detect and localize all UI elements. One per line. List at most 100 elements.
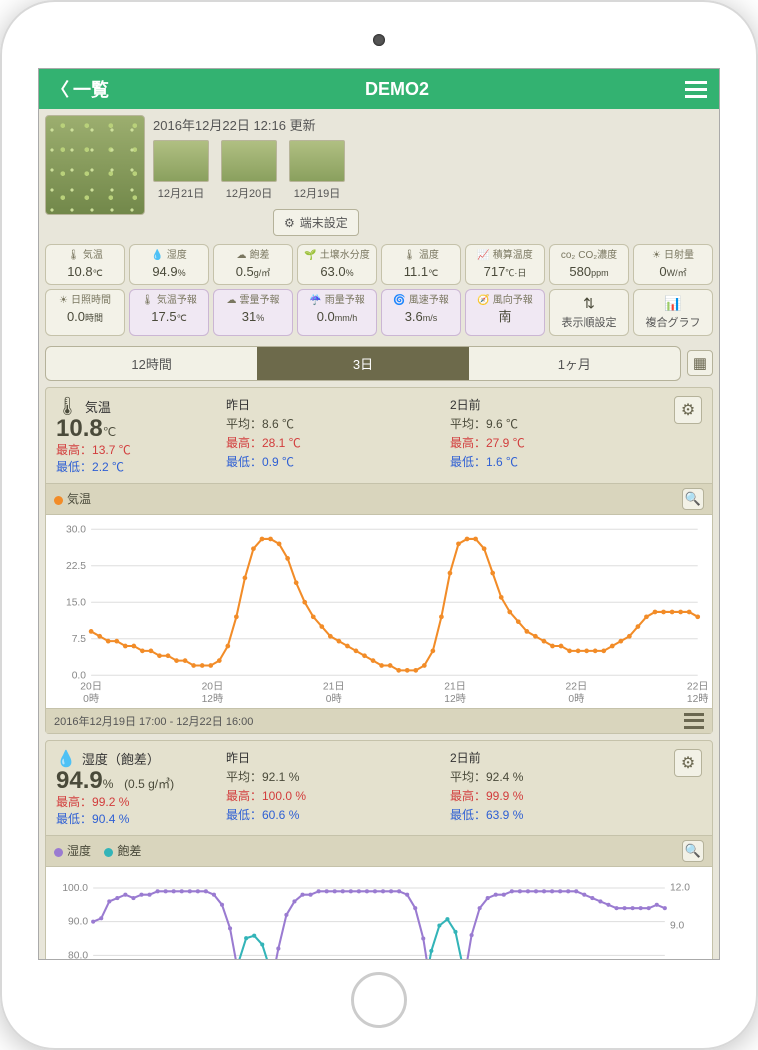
hum-extra: (0.5 g/㎥) [124,777,174,791]
tool-card[interactable]: 📊複合グラフ [633,289,713,336]
svg-text:22.5: 22.5 [66,561,86,572]
list-icon[interactable] [684,713,704,729]
metric-label: 🌡温度 [384,249,458,263]
metric-card[interactable]: 🧭風向予報南 [465,289,545,336]
svg-text:6.0: 6.0 [670,958,685,960]
hum-legend1: 湿度 [67,844,91,858]
svg-text:0時: 0時 [83,693,99,705]
calendar-icon[interactable]: ▦ [687,350,713,376]
update-time: 2016年12月22日 12:16 更新 [153,115,713,134]
camera-dot [373,34,385,46]
metric-card[interactable]: 📈積算温度717℃·日 [465,244,545,285]
tool-label: 表示順設定 [552,316,626,331]
metric-label: ☁雲量予報 [216,294,290,308]
metric-value: 31% [216,308,290,326]
metric-label: 🌡気温予報 [132,294,206,308]
range-tab[interactable]: 12時間 [46,347,257,380]
panel-settings-button[interactable]: ⚙ [674,749,702,777]
metric-value: 11.1℃ [384,263,458,281]
svg-text:20日: 20日 [80,681,102,692]
metric-card[interactable]: 🌡気温10.8℃ [45,244,125,285]
metric-value: 94.9% [132,263,206,281]
metric-card[interactable]: ☁飽差0.5g/㎥ [213,244,293,285]
temp-legend: 気温 [67,492,91,506]
metric-value: 17.5℃ [132,308,206,326]
metric-card[interactable]: 🌡気温予報17.5℃ [129,289,209,336]
temperature-chart: 0.07.515.022.530.020日0時20日12時21日0時21日12時… [50,521,708,706]
svg-text:7.5: 7.5 [72,634,87,645]
terminal-settings-button[interactable]: ⚙ 端末設定 [273,209,359,236]
metric-card[interactable]: co₂CO₂濃度580ppm [549,244,629,285]
metric-card[interactable]: ☀日射量0W/㎡ [633,244,713,285]
day-tile[interactable]: 12月21日 [153,140,209,201]
hum-col2-title: 2日前 [450,749,664,768]
temp-col2-lo: 最低：1.6 ℃ [450,455,518,469]
menu-icon[interactable] [685,81,707,98]
svg-text:0時: 0時 [326,693,342,705]
metric-value: 南 [468,308,542,326]
metric-card[interactable]: 🌀風速予報3.6m/s [381,289,461,336]
metric-card[interactable]: ☔雨量予報0.0mm/h [297,289,377,336]
top-bar: 〈 一覧 DEMO2 [39,69,719,109]
metric-label: ☁飽差 [216,249,290,263]
hum-col2-avg: 平均：92.4 % [450,768,664,787]
field-photo[interactable] [45,115,145,215]
day-tile[interactable]: 12月19日 [289,140,345,201]
temp-value: 10.8 [56,415,103,442]
tool-card[interactable]: ⇅ 表示順設定 [549,289,629,336]
metric-label: 🌱土壌水分度 [300,249,374,263]
metric-value: 10.8℃ [48,263,122,281]
temp-col2-title: 2日前 [450,396,664,415]
home-button[interactable] [351,972,407,1028]
metric-label: 🌀風速予報 [384,294,458,308]
hum-value: 94.9 [56,767,103,794]
svg-text:22日: 22日 [566,681,588,692]
metric-card[interactable]: 💧湿度94.9% [129,244,209,285]
hum-col1-title: 昨日 [226,749,440,768]
back-button[interactable]: 〈 一覧 [51,76,109,102]
svg-text:21日: 21日 [323,681,345,692]
zoom-icon[interactable]: 🔍 [682,488,704,510]
metric-label: ☀日照時間 [48,294,122,308]
metric-value: 63.0% [300,263,374,281]
temp-col2-avg: 平均：9.6 ℃ [450,415,664,434]
svg-text:12時: 12時 [687,693,708,705]
hum-title: 湿度（飽差） [82,749,160,768]
range-tab[interactable]: 3日 [257,347,468,380]
metric-cards-row2: ☀日照時間0.0時間🌡気温予報17.5℃☁雲量予報31%☔雨量予報0.0mm/h… [45,289,713,336]
metric-value: 717℃·日 [468,263,542,281]
svg-text:9.0: 9.0 [670,920,685,931]
day-thumb [221,140,277,182]
svg-text:12時: 12時 [444,693,466,705]
day-tile[interactable]: 12月20日 [221,140,277,201]
metric-card[interactable]: ☁雲量予報31% [213,289,293,336]
hum-col1-avg: 平均：92.1 % [226,768,440,787]
gear-icon: ⚙ [284,216,295,230]
svg-text:100.0: 100.0 [62,883,88,894]
metric-card[interactable]: 🌱土壌水分度63.0% [297,244,377,285]
day-label: 12月21日 [153,185,209,201]
tool-label: 複合グラフ [636,316,710,331]
panel-temperature: 🌡 気温 10.8℃ 最高：13.7 ℃ 最低：2.2 ℃ 昨日 平均：8.6 … [45,387,713,734]
hum-legend2: 飽差 [117,844,141,858]
back-label: 一覧 [73,76,109,102]
terminal-settings-label: 端末設定 [300,214,348,231]
range-tab[interactable]: 1ヶ月 [469,347,680,380]
day-thumb [289,140,345,182]
tool-icon: ⇅ [552,294,626,313]
metric-label: 🌡気温 [48,249,122,263]
metric-value: 0.0mm/h [300,308,374,326]
svg-text:0.0: 0.0 [72,670,87,681]
panel-settings-button[interactable]: ⚙ [674,396,702,424]
zoom-icon[interactable]: 🔍 [682,840,704,862]
metric-value: 580ppm [552,263,626,281]
range-segment: 12時間3日1ヶ月 [45,346,681,381]
chevron-left-icon: 〈 [51,76,69,102]
metric-card[interactable]: 🌡温度11.1℃ [381,244,461,285]
thermometer-icon: 🌡 [56,396,79,417]
ipad-frame: 〈 一覧 DEMO2 2016年12月22日 12:16 更新 12月21日 12… [0,0,758,1050]
hum-col2-hi: 最高：99.9 % [450,789,523,803]
hum-unit: % [103,777,114,791]
svg-text:21日: 21日 [444,681,466,692]
metric-card[interactable]: ☀日照時間0.0時間 [45,289,125,336]
